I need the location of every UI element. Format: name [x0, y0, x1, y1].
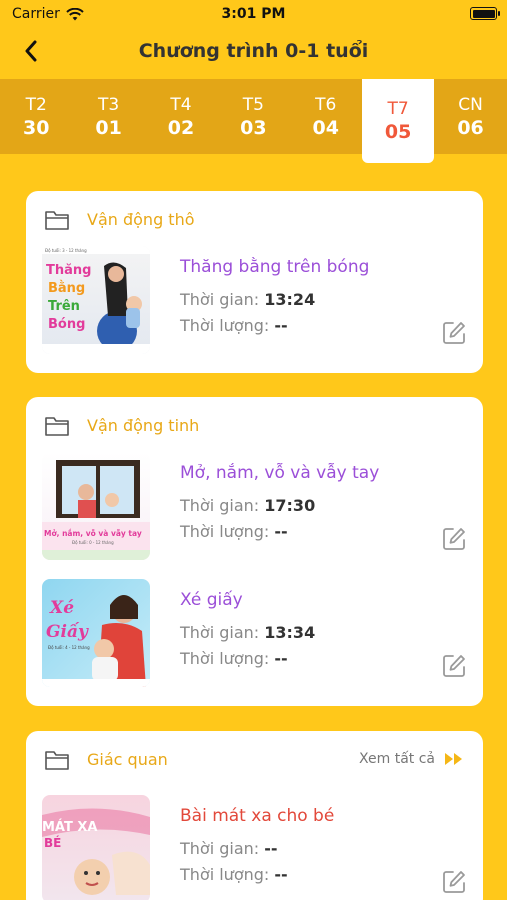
thumb-text: Thăng [46, 263, 91, 278]
day-number: 30 [22, 116, 50, 139]
folder-icon [45, 751, 69, 770]
edit-icon[interactable] [441, 869, 467, 895]
duration-value: -- [274, 865, 288, 884]
duration-value: -- [274, 522, 288, 541]
edit-icon[interactable] [441, 653, 467, 679]
thumb-text: Giấy [46, 622, 89, 642]
day-tab-t6[interactable]: T6 04 [290, 79, 362, 154]
section-card-senses: Giác quan Xem tất cả MÁT XA BÉ Bài mát x… [26, 731, 483, 900]
day-name: T6 [315, 94, 337, 115]
day-number: 01 [95, 116, 122, 139]
nav-bar: Chương trình 0-1 tuổi [0, 28, 507, 78]
see-all-label: Xem tất cả [359, 751, 435, 767]
day-name: CN [458, 94, 483, 115]
activity-thumbnail: Xé Giấy Độ tuổi: 4 - 12 tháng [42, 579, 150, 687]
time-label: Thời gian: [180, 623, 260, 642]
day-number: 06 [457, 116, 484, 139]
activity-thumbnail: Mở, nắm, vỗ và vẫy tay Độ tuổi: 0 - 12 t… [42, 452, 150, 560]
day-tab-bar: T2 30 T3 01 T4 02 T5 03 T6 04 T7 05 CN 06 [0, 79, 507, 163]
activity-time: Thời gian: 17:30 [180, 496, 315, 515]
time-label: Thời gian: [180, 839, 260, 858]
day-name: T3 [97, 94, 120, 115]
thumb-text: Bằng [48, 281, 85, 296]
day-tab-t3[interactable]: T3 01 [72, 79, 144, 154]
activity-illustration: MÁT XA BÉ [42, 808, 150, 895]
activity-title: Xé giấy [180, 590, 243, 610]
day-tab-cn[interactable]: CN 06 [434, 79, 506, 154]
activity-illustration: Xé Giấy Độ tuổi: 4 - 12 tháng [42, 595, 150, 687]
duration-label: Thời lượng: [180, 316, 270, 335]
activity-item[interactable]: MÁT XA BÉ Bài mát xa cho bé Thời gian: -… [42, 795, 467, 900]
activity-illustration: Độ tuổi: 3 - 12 tháng Thăng Bằng Trên Bó… [42, 246, 150, 354]
folder-icon [45, 211, 69, 230]
section-title: Vận động tinh [87, 415, 200, 435]
activity-item[interactable]: Độ tuổi: 3 - 12 tháng Thăng Bằng Trên Bó… [42, 246, 467, 354]
time-label: Thời gian: [180, 496, 260, 515]
double-chevron-right-icon [445, 753, 462, 765]
activity-duration: Thời lượng: -- [180, 316, 288, 335]
day-name: T7 [387, 99, 409, 119]
duration-label: Thời lượng: [180, 522, 270, 541]
section-header: Vận động thô [44, 205, 465, 233]
activity-item[interactable]: Mở, nắm, vỗ và vẫy tay Độ tuổi: 0 - 12 t… [42, 452, 467, 560]
activity-duration: Thời lượng: -- [180, 865, 288, 884]
section-header: Vận động tinh [44, 411, 465, 439]
time-value: 17:30 [264, 496, 316, 515]
duration-label: Thời lượng: [180, 649, 270, 668]
section-card-fine-motor: Vận động tinh Mở, nắm, vỗ và vẫy tay Độ … [26, 397, 483, 706]
activity-item[interactable]: Xé Giấy Độ tuổi: 4 - 12 tháng Xé giấy Th… [42, 579, 467, 687]
day-name: T5 [242, 94, 264, 115]
day-number: 02 [167, 116, 195, 139]
day-number: 04 [312, 116, 339, 139]
battery-icon [470, 7, 500, 20]
activity-time: Thời gian: -- [180, 839, 278, 858]
activity-duration: Thời lượng: -- [180, 522, 288, 541]
thumb-caption: Độ tuổi: 4 - 12 tháng [48, 645, 90, 650]
thumb-caption: Độ tuổi: 3 - 12 tháng [45, 248, 87, 253]
activity-time: Thời gian: 13:24 [180, 290, 315, 309]
day-tab-t7-selected[interactable]: T7 05 [361, 79, 435, 163]
activity-duration: Thời lượng: -- [180, 649, 288, 668]
thumb-text: Mở, nắm, vỗ và vẫy tay [44, 529, 142, 538]
day-tab-t4[interactable]: T4 02 [145, 79, 217, 154]
thumb-text: Xé [49, 598, 74, 618]
activity-title: Bài mát xa cho bé [180, 806, 335, 826]
edit-icon[interactable] [441, 320, 467, 346]
see-all-button[interactable]: Xem tất cả [359, 751, 465, 767]
activity-title: Thăng bằng trên bóng [180, 257, 370, 277]
day-tab-t5[interactable]: T5 03 [217, 79, 289, 154]
activity-title: Mở, nắm, vỗ và vẫy tay [180, 463, 380, 483]
duration-label: Thời lượng: [180, 865, 270, 884]
day-number: 03 [240, 116, 267, 139]
section-card-gross-motor: Vận động thô Độ tuổi: 3 - 12 tháng Thăng… [26, 191, 483, 373]
time-value: 13:34 [264, 623, 316, 642]
activity-illustration: Mở, nắm, vỗ và vẫy tay Độ tuổi: 0 - 12 t… [42, 460, 150, 560]
activity-thumbnail: MÁT XA BÉ [42, 795, 150, 900]
section-title: Vận động thô [87, 209, 195, 229]
activity-time: Thời gian: 13:34 [180, 623, 315, 642]
section-header: Giác quan Xem tất cả [44, 745, 465, 773]
day-name: T2 [25, 94, 47, 115]
day-number: 05 [384, 121, 412, 143]
time-value: -- [264, 839, 278, 858]
clock: 3:01 PM [221, 6, 286, 22]
thumb-text: Bóng [48, 317, 85, 332]
section-title: Giác quan [87, 749, 168, 769]
time-label: Thời gian: [180, 290, 260, 309]
day-tab-t2[interactable]: T2 30 [0, 79, 72, 154]
edit-icon[interactable] [441, 526, 467, 552]
day-name: T4 [170, 94, 192, 115]
thumb-text: Trên [48, 299, 80, 314]
activity-thumbnail: Độ tuổi: 3 - 12 tháng Thăng Bằng Trên Bó… [42, 246, 150, 354]
thumb-text: MÁT XA [42, 819, 97, 835]
duration-value: -- [274, 316, 288, 335]
page-title: Chương trình 0-1 tuổi [138, 40, 369, 62]
status-bar: Carrier 3:01 PM [0, 0, 507, 28]
thumb-caption: Độ tuổi: 0 - 12 tháng [72, 540, 114, 545]
thumb-text: BÉ [44, 835, 61, 850]
duration-value: -- [274, 649, 288, 668]
folder-icon [45, 417, 69, 436]
time-value: 13:24 [264, 290, 316, 309]
